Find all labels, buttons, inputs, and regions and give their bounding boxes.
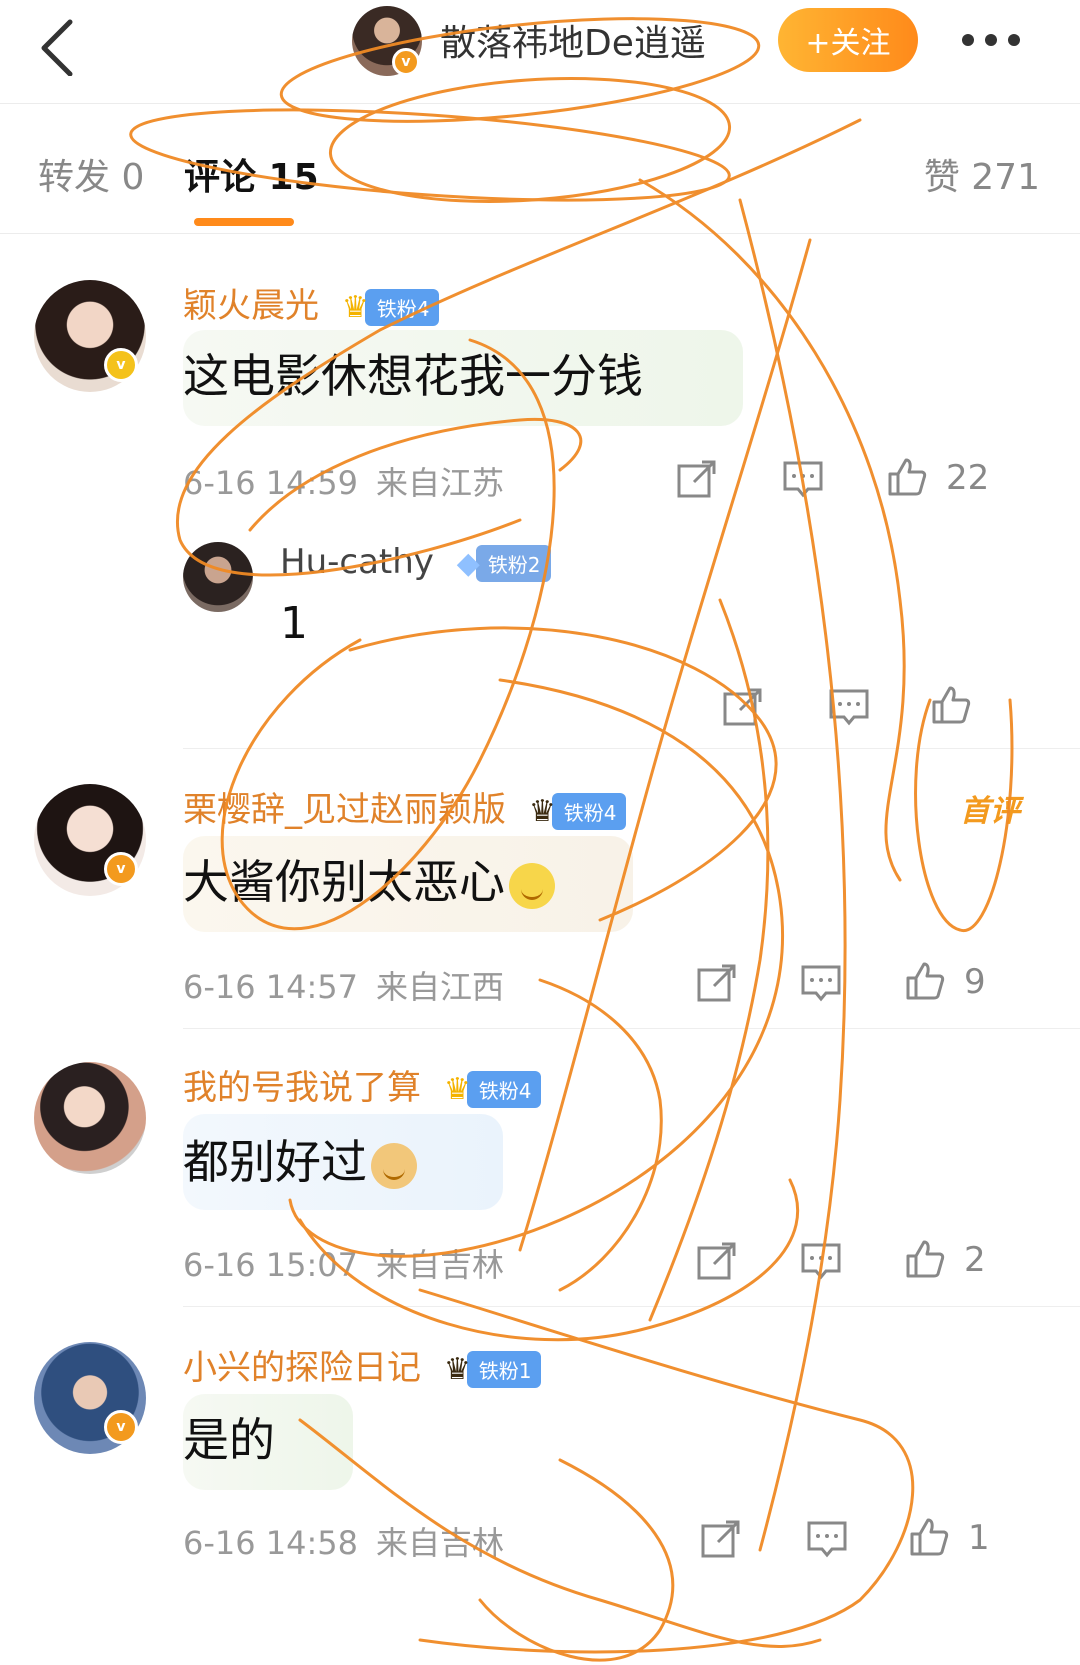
comment-text-content: 都别好过: [183, 1135, 367, 1189]
shy-face-emoji-icon: [509, 862, 555, 909]
reply-text: 1: [280, 598, 308, 649]
commenter-avatar[interactable]: [34, 1062, 146, 1174]
fan-badge: ♛ 铁粉4: [528, 793, 627, 830]
divider: [183, 1028, 1080, 1029]
share-icon[interactable]: [696, 1240, 738, 1282]
fan-badge: ♛ 铁粉4: [443, 1071, 542, 1108]
fan-badge-label: 铁粉4: [364, 289, 440, 326]
commenter-name[interactable]: 我的号我说了算 ♛ 铁粉4: [183, 1060, 542, 1109]
tab-repost[interactable]: 转发 0: [38, 148, 144, 200]
doge-emoji-icon: [371, 1142, 417, 1189]
reply-icon[interactable]: [800, 1240, 842, 1282]
commenter-name-text[interactable]: 栗樱辞_见过赵丽颖版: [183, 790, 506, 830]
comment-location: 来自江西: [376, 968, 505, 1006]
active-tab-indicator: [194, 218, 294, 226]
like-icon[interactable]: [904, 960, 946, 1002]
share-icon[interactable]: [722, 686, 764, 728]
tab-bar: 转发 0 评论 15 赞 271: [0, 104, 1080, 234]
like-icon[interactable]: [886, 456, 928, 498]
crown-icon: ♛: [528, 794, 556, 829]
author-name[interactable]: 散落祎地De逍遥: [440, 14, 706, 66]
first-comment-badge: 首评: [960, 794, 1020, 829]
verified-icon: v: [392, 48, 420, 76]
share-icon[interactable]: [700, 1518, 742, 1560]
fan-badge-label: 铁粉4: [466, 1071, 542, 1108]
crown-icon: ♛: [341, 290, 369, 325]
fan-badge-label: 铁粉1: [466, 1351, 542, 1388]
fan-badge-label: 铁粉2: [475, 545, 551, 582]
comment-time: 6-16 14:58: [183, 1524, 359, 1562]
verified-icon: v: [104, 1410, 138, 1444]
comment-text: 大酱你别太恶心: [183, 846, 555, 912]
reply-user[interactable]: Hu-cathy ◆ 铁粉2: [280, 542, 551, 582]
commenter-name-text[interactable]: 我的号我说了算: [183, 1068, 421, 1108]
comment-location: 来自吉林: [376, 1524, 505, 1562]
follow-button[interactable]: +关注: [778, 8, 918, 72]
divider: [183, 1306, 1080, 1307]
comment-text-content: 大酱你别太恶心: [183, 855, 505, 909]
comment-text: 这电影休想花我一分钱: [183, 349, 643, 403]
share-icon[interactable]: [696, 962, 738, 1004]
share-icon[interactable]: [676, 458, 718, 500]
like-count: 22: [946, 458, 990, 498]
fan-badge-label: 铁粉4: [551, 793, 627, 830]
fan-badge: ♛ 铁粉4: [341, 289, 440, 326]
comment-text: 是的: [183, 1413, 275, 1467]
fan-badge: ◆ 铁粉2: [456, 545, 551, 582]
back-icon[interactable]: [36, 16, 86, 76]
commenter-name[interactable]: 颖火晨光 ♛ 铁粉4: [183, 278, 440, 327]
commenter-name[interactable]: 栗樱辞_见过赵丽颖版 ♛ 铁粉4: [183, 782, 627, 831]
comment-location: 来自江苏: [376, 464, 505, 502]
comment-meta: 6-16 14:59 来自江苏: [183, 458, 504, 504]
like-count: 9: [964, 962, 986, 1002]
comment-meta: 6-16 14:57 来自江西: [183, 962, 504, 1008]
reply-icon[interactable]: [828, 686, 870, 728]
like-count: 2: [964, 1240, 986, 1280]
like-icon[interactable]: [904, 1238, 946, 1280]
verified-icon: v: [104, 852, 138, 886]
tab-comment[interactable]: 评论 15: [184, 148, 319, 200]
like-count: 1: [968, 1518, 990, 1558]
reply-icon[interactable]: [800, 962, 842, 1004]
like-icon[interactable]: [908, 1516, 950, 1558]
reply-user-text[interactable]: Hu-cathy: [280, 542, 434, 582]
top-bar: v 散落祎地De逍遥 +关注: [0, 0, 1080, 104]
comment-text: 都别好过: [183, 1126, 417, 1192]
comment-meta: 6-16 14:58 来自吉林: [183, 1518, 504, 1564]
comment-location: 来自吉林: [376, 1246, 505, 1284]
scribble-overlay: [129, 17, 1014, 1662]
verified-icon: v: [104, 348, 138, 382]
commenter-name-text[interactable]: 颖火晨光: [183, 286, 319, 326]
crown-icon: ♛: [443, 1352, 471, 1387]
reply-icon[interactable]: [806, 1518, 848, 1560]
commenter-name[interactable]: 小兴的探险日记 ♛ 铁粉1: [183, 1340, 542, 1389]
reply-icon[interactable]: [782, 458, 824, 500]
comment-time: 6-16 15:07: [183, 1246, 359, 1284]
fan-badge: ♛ 铁粉1: [443, 1351, 542, 1388]
crown-icon: ♛: [443, 1072, 471, 1107]
comment-meta: 6-16 15:07 来自吉林: [183, 1240, 504, 1286]
tab-like[interactable]: 赞 271: [924, 148, 1040, 200]
comment-time: 6-16 14:59: [183, 464, 359, 502]
comment-time: 6-16 14:57: [183, 968, 359, 1006]
divider: [183, 748, 1080, 749]
reply-avatar[interactable]: [183, 542, 253, 612]
commenter-name-text[interactable]: 小兴的探险日记: [183, 1348, 421, 1388]
like-icon[interactable]: [930, 684, 972, 726]
more-options-icon[interactable]: [962, 20, 1032, 60]
diamond-icon: ◆: [456, 546, 480, 581]
